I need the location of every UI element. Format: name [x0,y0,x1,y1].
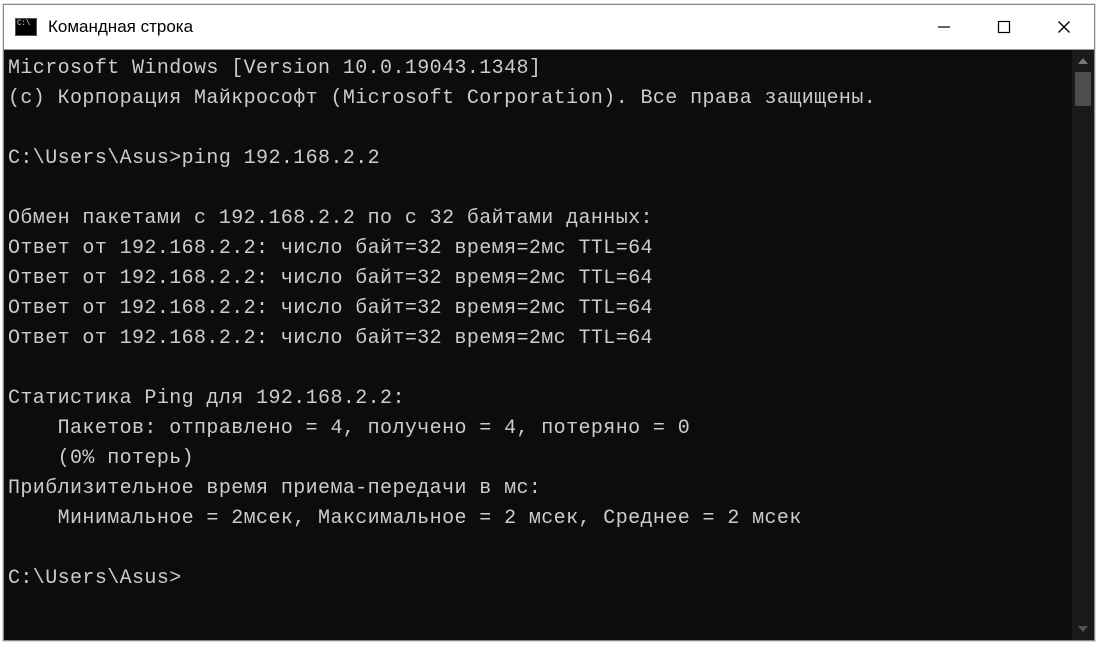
window-title: Командная строка [48,17,914,37]
scroll-up-arrow[interactable] [1072,50,1094,72]
titlebar[interactable]: Командная строка [4,5,1094,50]
vertical-scrollbar[interactable] [1072,50,1094,640]
app-icon [14,17,38,37]
command-prompt-window: Командная строка Microsoft Windows [Vers… [3,4,1095,641]
minimize-button[interactable] [914,5,974,49]
cmd-icon [15,18,37,36]
window-controls [914,5,1094,49]
maximize-button[interactable] [974,5,1034,49]
scroll-track[interactable] [1072,72,1094,618]
client-area: Microsoft Windows [Version 10.0.19043.13… [4,50,1094,640]
close-button[interactable] [1034,5,1094,49]
scroll-down-arrow[interactable] [1072,618,1094,640]
terminal-output[interactable]: Microsoft Windows [Version 10.0.19043.13… [4,50,1072,640]
scroll-thumb[interactable] [1075,72,1091,106]
